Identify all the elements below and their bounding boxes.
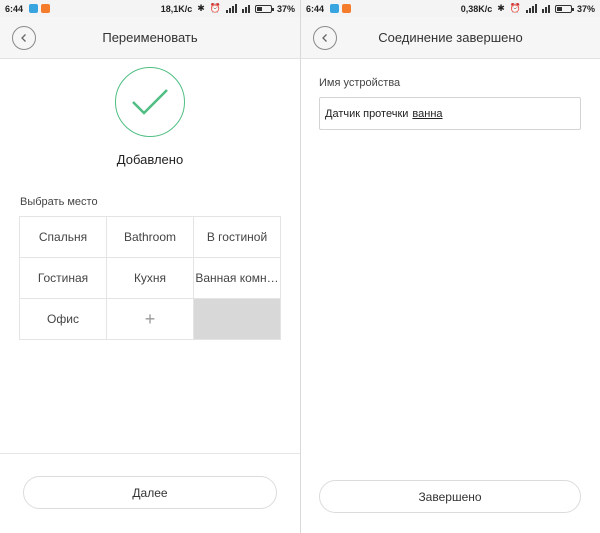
device-name-label: Имя устройства xyxy=(319,77,401,89)
status-time: 6:44 xyxy=(306,3,325,14)
choose-location-label: Выбрать место xyxy=(20,196,98,208)
location-living-room[interactable]: Гостиная xyxy=(20,258,107,299)
back-arrow-icon xyxy=(21,34,26,42)
title-bar: Соединение завершено xyxy=(301,17,600,59)
device-name-input[interactable]: Датчик протечки ванна xyxy=(319,97,581,130)
next-button[interactable]: Далее xyxy=(23,476,277,509)
battery-percent: 37% xyxy=(276,3,295,14)
alarm-icon: ⏰ xyxy=(509,3,521,13)
plus-icon: + xyxy=(144,308,156,329)
signal-icon xyxy=(225,4,237,13)
location-bathroom-ru[interactable]: Ванная комн… xyxy=(194,258,281,299)
empty-cell xyxy=(194,299,281,340)
status-bar: 6:44 18,1K/c ✱ ⏰ 37% xyxy=(0,0,300,17)
app-notification-icon xyxy=(342,4,352,13)
battery-percent: 37% xyxy=(576,3,595,14)
page-title: Соединение завершено xyxy=(378,30,523,45)
success-indicator xyxy=(115,67,185,137)
alarm-icon: ⏰ xyxy=(209,3,221,13)
location-grid: Спальня Bathroom В гостиной Гостиная Кух… xyxy=(19,216,281,340)
location-office[interactable]: Офис xyxy=(20,299,107,340)
checkmark-icon xyxy=(132,89,168,115)
wifi-icon xyxy=(541,4,550,13)
app-notification-icon xyxy=(29,4,39,13)
location-in-living-room[interactable]: В гостиной xyxy=(194,217,281,258)
network-speed: 0,38K/c xyxy=(460,3,493,14)
status-bar: 6:44 0,38K/c ✱ ⏰ 37% xyxy=(301,0,600,17)
battery-icon xyxy=(554,4,574,13)
wifi-icon xyxy=(241,4,250,13)
battery-icon xyxy=(254,4,274,13)
added-label: Добавлено xyxy=(116,152,184,167)
location-kitchen[interactable]: Кухня xyxy=(107,258,194,299)
add-location-button[interactable]: + xyxy=(107,299,194,340)
location-bathroom[interactable]: Bathroom xyxy=(107,217,194,258)
back-button[interactable] xyxy=(12,26,36,50)
battery-fill xyxy=(556,6,562,11)
status-time: 6:44 xyxy=(5,3,24,14)
bluetooth-icon: ✱ xyxy=(497,3,505,13)
app-notification-icon xyxy=(330,4,340,13)
done-button[interactable]: Завершено xyxy=(319,480,581,513)
network-speed: 18,1K/c xyxy=(160,3,193,14)
device-name-prefix: Датчик протечки xyxy=(325,107,409,120)
connection-complete-screen: 6:44 0,38K/c ✱ ⏰ 37% Соединение завершен… xyxy=(301,0,600,533)
battery-fill xyxy=(256,6,262,11)
device-name-word: ванна xyxy=(412,107,443,120)
back-arrow-icon xyxy=(322,34,327,42)
app-notification-icon xyxy=(41,4,51,13)
location-bedroom[interactable]: Спальня xyxy=(20,217,107,258)
rename-screen: 6:44 18,1K/c ✱ ⏰ 37% Переименовать Добав… xyxy=(0,0,300,533)
back-button[interactable] xyxy=(313,26,337,50)
signal-icon xyxy=(525,4,537,13)
title-bar: Переименовать xyxy=(0,17,300,59)
bluetooth-icon: ✱ xyxy=(197,3,205,13)
page-title: Переименовать xyxy=(102,30,198,45)
